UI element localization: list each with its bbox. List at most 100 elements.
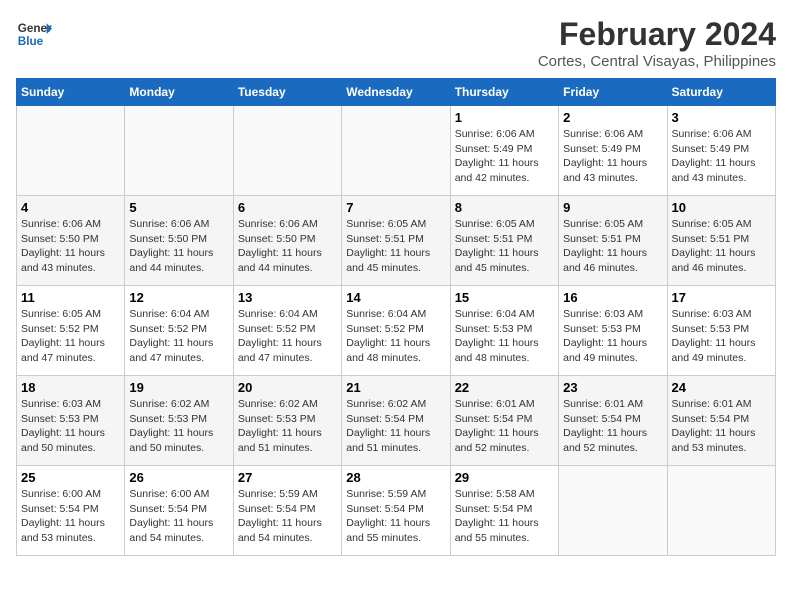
day-number: 28: [346, 470, 445, 485]
calendar-table: SundayMondayTuesdayWednesdayThursdayFrid…: [16, 78, 776, 556]
day-info: Sunrise: 6:06 AMSunset: 5:49 PMDaylight:…: [563, 127, 662, 186]
day-info: Sunrise: 6:04 AMSunset: 5:52 PMDaylight:…: [346, 307, 445, 366]
calendar-cell: 13 Sunrise: 6:04 AMSunset: 5:52 PMDayligh…: [233, 286, 341, 376]
day-info: Sunrise: 5:59 AMSunset: 5:54 PMDaylight:…: [238, 487, 337, 546]
page-subtitle: Cortes, Central Visayas, Philippines: [538, 53, 776, 70]
calendar-cell: 7 Sunrise: 6:05 AMSunset: 5:51 PMDaylight…: [342, 196, 450, 286]
day-info: Sunrise: 6:03 AMSunset: 5:53 PMDaylight:…: [672, 307, 771, 366]
day-number: 19: [129, 380, 228, 395]
calendar-cell: 14 Sunrise: 6:04 AMSunset: 5:52 PMDayligh…: [342, 286, 450, 376]
day-number: 24: [672, 380, 771, 395]
calendar-cell: 16 Sunrise: 6:03 AMSunset: 5:53 PMDayligh…: [559, 286, 667, 376]
calendar-cell: 2 Sunrise: 6:06 AMSunset: 5:49 PMDaylight…: [559, 106, 667, 196]
calendar-cell: 6 Sunrise: 6:06 AMSunset: 5:50 PMDaylight…: [233, 196, 341, 286]
calendar-week-3: 11 Sunrise: 6:05 AMSunset: 5:52 PMDayligh…: [17, 286, 776, 376]
day-number: 22: [455, 380, 554, 395]
day-info: Sunrise: 5:58 AMSunset: 5:54 PMDaylight:…: [455, 487, 554, 546]
day-info: Sunrise: 6:05 AMSunset: 5:51 PMDaylight:…: [672, 217, 771, 276]
day-info: Sunrise: 6:04 AMSunset: 5:52 PMDaylight:…: [129, 307, 228, 366]
day-number: 2: [563, 110, 662, 125]
calendar-cell: 18 Sunrise: 6:03 AMSunset: 5:53 PMDayligh…: [17, 376, 125, 466]
calendar-cell: 26Sunrise: 6:00 AMSunset: 5:54 PMDayligh…: [125, 466, 233, 556]
calendar-cell: 9 Sunrise: 6:05 AMSunset: 5:51 PMDaylight…: [559, 196, 667, 286]
calendar-header-row: SundayMondayTuesdayWednesdayThursdayFrid…: [17, 79, 776, 106]
calendar-cell: 22 Sunrise: 6:01 AMSunset: 5:54 PMDayligh…: [450, 376, 558, 466]
day-number: 11: [21, 290, 120, 305]
calendar-cell: 29 Sunrise: 5:58 AMSunset: 5:54 PMDayligh…: [450, 466, 558, 556]
calendar-cell: 8 Sunrise: 6:05 AMSunset: 5:51 PMDaylight…: [450, 196, 558, 286]
day-number: 14: [346, 290, 445, 305]
column-header-thursday: Thursday: [450, 79, 558, 106]
calendar-cell: 1Sunrise: 6:06 AMSunset: 5:49 PMDaylight…: [450, 106, 558, 196]
calendar-cell: 25Sunrise: 6:00 AMSunset: 5:54 PMDayligh…: [17, 466, 125, 556]
column-header-tuesday: Tuesday: [233, 79, 341, 106]
day-number: 18: [21, 380, 120, 395]
day-number: 10: [672, 200, 771, 215]
calendar-cell: 15Sunrise: 6:04 AMSunset: 5:53 PMDayligh…: [450, 286, 558, 376]
calendar-cell: 27 Sunrise: 5:59 AMSunset: 5:54 PMDayligh…: [233, 466, 341, 556]
column-header-saturday: Saturday: [667, 79, 775, 106]
calendar-cell: [667, 466, 775, 556]
calendar-week-1: 1Sunrise: 6:06 AMSunset: 5:49 PMDaylight…: [17, 106, 776, 196]
day-number: 6: [238, 200, 337, 215]
calendar-cell: 20Sunrise: 6:02 AMSunset: 5:53 PMDayligh…: [233, 376, 341, 466]
calendar-cell: [17, 106, 125, 196]
day-number: 23: [563, 380, 662, 395]
day-number: 12: [129, 290, 228, 305]
day-info: Sunrise: 6:01 AMSunset: 5:54 PMDaylight:…: [563, 397, 662, 456]
column-header-monday: Monday: [125, 79, 233, 106]
day-number: 27: [238, 470, 337, 485]
day-info: Sunrise: 6:05 AMSunset: 5:52 PMDaylight:…: [21, 307, 120, 366]
day-number: 17: [672, 290, 771, 305]
day-number: 13: [238, 290, 337, 305]
day-number: 7: [346, 200, 445, 215]
calendar-cell: 4Sunrise: 6:06 AMSunset: 5:50 PMDaylight…: [17, 196, 125, 286]
calendar-week-5: 25 Sunrise: 6:00 AMSunset: 5:54 PMDayligh…: [17, 466, 776, 556]
day-info: Sunrise: 6:03 AMSunset: 5:53 PMDaylight:…: [563, 307, 662, 366]
calendar-week-2: 4Sunrise: 6:06 AMSunset: 5:50 PMDaylight…: [17, 196, 776, 286]
calendar-cell: 17 Sunrise: 6:03 AMSunset: 5:53 PMDayligh…: [667, 286, 775, 376]
day-number: 5: [129, 200, 228, 215]
calendar-cell: 21Sunrise: 6:02 AMSunset: 5:54 PMDayligh…: [342, 376, 450, 466]
calendar-week-4: 18 Sunrise: 6:03 AMSunset: 5:53 PMDayligh…: [17, 376, 776, 466]
calendar-cell: 11 Sunrise: 6:05 AMSunset: 5:52 PMDayligh…: [17, 286, 125, 376]
day-info: Sunrise: 6:06 AMSunset: 5:50 PMDaylight:…: [21, 217, 120, 276]
calendar-cell: 28 Sunrise: 5:59 AMSunset: 5:54 PMDayligh…: [342, 466, 450, 556]
logo: General Blue: [16, 16, 52, 52]
day-info: Sunrise: 6:05 AMSunset: 5:51 PMDaylight:…: [455, 217, 554, 276]
title-block: February 2024 Cortes, Central Visayas, P…: [538, 16, 776, 70]
day-number: 9: [563, 200, 662, 215]
day-info: Sunrise: 6:01 AMSunset: 5:54 PMDaylight:…: [672, 397, 771, 456]
day-number: 29: [455, 470, 554, 485]
day-info: Sunrise: 6:04 AMSunset: 5:53 PMDaylight:…: [455, 307, 554, 366]
day-number: 25: [21, 470, 120, 485]
day-info: Sunrise: 5:59 AMSunset: 5:54 PMDaylight:…: [346, 487, 445, 546]
day-number: 8: [455, 200, 554, 215]
day-info: Sunrise: 6:06 AMSunset: 5:50 PMDaylight:…: [238, 217, 337, 276]
day-info: Sunrise: 6:04 AMSunset: 5:52 PMDaylight:…: [238, 307, 337, 366]
calendar-cell: 23 Sunrise: 6:01 AMSunset: 5:54 PMDayligh…: [559, 376, 667, 466]
day-info: Sunrise: 6:02 AMSunset: 5:53 PMDaylight:…: [129, 397, 228, 456]
calendar-cell: 10 Sunrise: 6:05 AMSunset: 5:51 PMDayligh…: [667, 196, 775, 286]
day-info: Sunrise: 6:06 AMSunset: 5:50 PMDaylight:…: [129, 217, 228, 276]
day-info: Sunrise: 6:01 AMSunset: 5:54 PMDaylight:…: [455, 397, 554, 456]
day-info: Sunrise: 6:03 AMSunset: 5:53 PMDaylight:…: [21, 397, 120, 456]
day-info: Sunrise: 6:05 AMSunset: 5:51 PMDaylight:…: [563, 217, 662, 276]
column-header-friday: Friday: [559, 79, 667, 106]
day-info: Sunrise: 6:02 AMSunset: 5:54 PMDaylight:…: [346, 397, 445, 456]
svg-text:Blue: Blue: [18, 35, 44, 48]
calendar-cell: [342, 106, 450, 196]
calendar-cell: 19 Sunrise: 6:02 AMSunset: 5:53 PMDayligh…: [125, 376, 233, 466]
day-info: Sunrise: 6:05 AMSunset: 5:51 PMDaylight:…: [346, 217, 445, 276]
column-header-wednesday: Wednesday: [342, 79, 450, 106]
calendar-cell: 3Sunrise: 6:06 AMSunset: 5:49 PMDaylight…: [667, 106, 775, 196]
day-info: Sunrise: 6:06 AMSunset: 5:49 PMDaylight:…: [672, 127, 771, 186]
calendar-cell: 12 Sunrise: 6:04 AMSunset: 5:52 PMDayligh…: [125, 286, 233, 376]
calendar-cell: [125, 106, 233, 196]
day-number: 20: [238, 380, 337, 395]
page-title: February 2024: [538, 16, 776, 53]
calendar-cell: [559, 466, 667, 556]
day-number: 16: [563, 290, 662, 305]
calendar-cell: 24 Sunrise: 6:01 AMSunset: 5:54 PMDayligh…: [667, 376, 775, 466]
day-info: Sunrise: 6:00 AMSunset: 5:54 PMDaylight:…: [129, 487, 228, 546]
